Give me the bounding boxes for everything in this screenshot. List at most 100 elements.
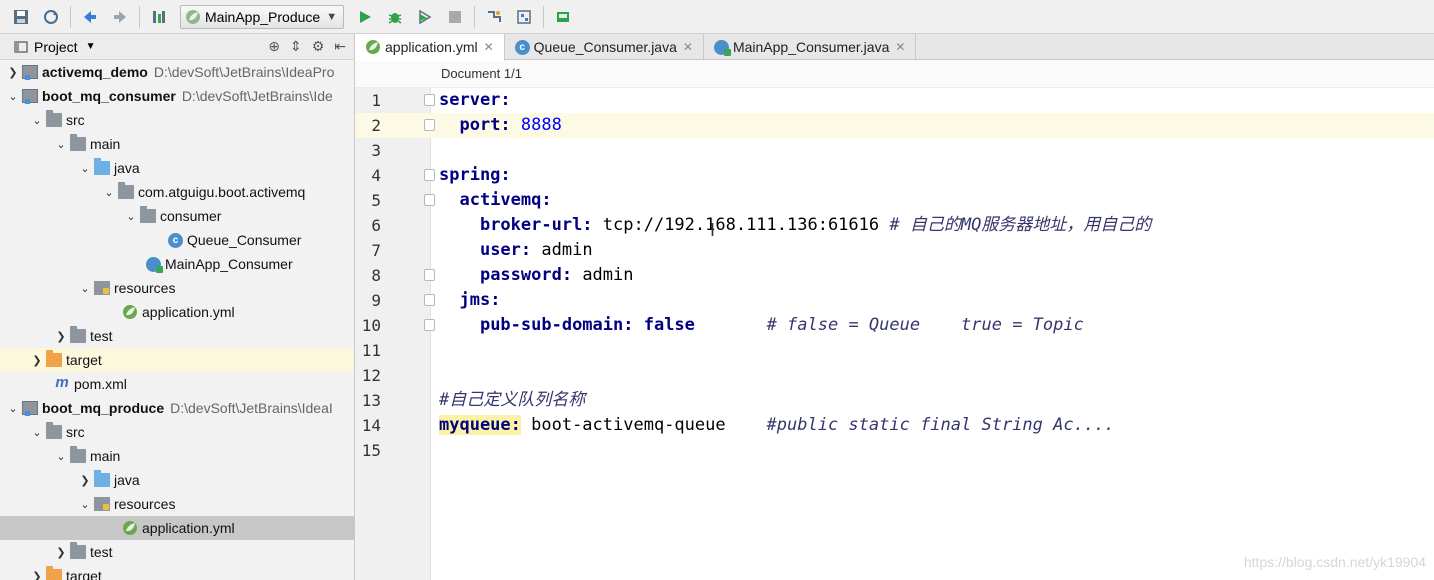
collapse-arrow-icon[interactable]: ⌄ — [54, 450, 68, 463]
tree-node-path: D:\devSoft\JetBrains\Ide — [181, 88, 333, 104]
save-icon[interactable] — [10, 6, 32, 28]
debug-icon[interactable] — [384, 6, 406, 28]
tree-node[interactable]: ⌄ boot_mq_produce D:\devSoft\JetBrains\I… — [0, 396, 354, 420]
build-icon[interactable] — [148, 6, 170, 28]
excluded-folder-icon — [46, 350, 62, 367]
collapse-arrow-icon[interactable]: ⌄ — [6, 90, 20, 103]
terminal-icon[interactable] — [552, 6, 574, 28]
collapse-arrow-icon[interactable]: ⌄ — [102, 186, 116, 199]
tree-node[interactable]: ❯ test — [0, 324, 354, 348]
toolbar-separator — [543, 5, 545, 28]
folder-icon — [70, 446, 86, 463]
fold-marker-icon[interactable] — [424, 94, 435, 106]
hide-panel-icon[interactable]: ⇤ — [334, 38, 346, 55]
code-line: 6 broker-url: tcp://192.168.111.136:6161… — [355, 213, 1434, 238]
collapse-arrow-icon[interactable]: ⌄ — [30, 426, 44, 439]
toolbar-separator — [70, 5, 71, 28]
fold-marker-icon[interactable] — [424, 319, 435, 331]
code-line: 1 server: — [355, 88, 1434, 113]
tab-label: application.yml — [385, 39, 478, 55]
collapse-arrow-icon[interactable]: ⌄ — [78, 498, 92, 511]
tree-node[interactable]: ⌄ java — [0, 156, 354, 180]
close-icon[interactable]: ✕ — [484, 40, 494, 54]
fold-marker-icon[interactable] — [424, 194, 435, 206]
tree-node[interactable]: ⌄ main — [0, 132, 354, 156]
tree-node-label: resources — [114, 496, 176, 512]
fold-marker-icon[interactable] — [424, 269, 435, 281]
editor-tabs: application.yml ✕ c Queue_Consumer.java … — [355, 34, 1434, 61]
expand-arrow-icon[interactable]: ❯ — [78, 474, 92, 487]
stop-icon[interactable] — [444, 6, 466, 28]
watermark: https://blog.csdn.net/yk19904 — [1243, 554, 1426, 570]
run-configuration-label: MainApp_Produce — [205, 8, 321, 25]
code-text: jms: — [459, 290, 501, 310]
tree-node[interactable]: m pom.xml — [0, 372, 354, 396]
tree-node[interactable]: ⌄ main — [0, 444, 354, 468]
breadcrumb-label[interactable]: Document 1/1 — [441, 66, 522, 81]
line-number: 6 — [371, 216, 381, 235]
breadcrumb: Document 1/1 — [355, 60, 1434, 88]
tab-application-yml[interactable]: application.yml ✕ — [355, 34, 505, 61]
collapse-arrow-icon[interactable]: ⌄ — [78, 162, 92, 175]
collapse-arrow-icon[interactable]: ⌄ — [54, 138, 68, 151]
expand-arrow-icon[interactable]: ❯ — [30, 354, 44, 367]
tree-node[interactable]: application.yml — [0, 300, 354, 324]
line-number: 8 — [371, 266, 381, 285]
code-editor[interactable]: 1 server: 2 port: 8888 3 4 spring: 5 act… — [355, 88, 1434, 580]
tree-node[interactable]: ❯ target — [0, 564, 354, 580]
tree-node[interactable]: MainApp_Consumer — [0, 252, 354, 276]
tree-node-label: boot_mq_consumer — [42, 88, 176, 104]
toolbar-separator — [474, 5, 476, 28]
code-line: 13 #自己定义队列名称 — [355, 388, 1434, 413]
expand-arrow-icon[interactable]: ❯ — [54, 546, 68, 559]
tree-node-label: java — [114, 472, 140, 488]
code-line: 3 — [355, 138, 1434, 163]
tree-node[interactable]: ⌄ boot_mq_consumer D:\devSoft\JetBrains\… — [0, 84, 354, 108]
collapse-arrow-icon[interactable]: ⌄ — [124, 210, 138, 223]
collapse-arrow-icon[interactable]: ⌄ — [6, 402, 20, 415]
tab-mainapp-consumer[interactable]: MainApp_Consumer.java ✕ — [704, 34, 917, 60]
tree-node-label: test — [90, 328, 113, 344]
project-panel-title[interactable]: Project — [34, 39, 78, 55]
fold-marker-icon[interactable] — [424, 169, 435, 181]
tree-node[interactable]: ⌄ consumer — [0, 204, 354, 228]
tree-node[interactable]: ⌄ resources — [0, 492, 354, 516]
back-icon[interactable] — [79, 6, 101, 28]
forward-icon[interactable] — [109, 6, 131, 28]
settings-icon[interactable]: ⚙ — [312, 38, 325, 55]
run-configuration-select[interactable]: MainApp_Produce ▼ — [180, 4, 345, 29]
tree-node[interactable]: ⌄ src — [0, 108, 354, 132]
tree-node[interactable]: ⌄ com.atguigu.boot.activemq — [0, 180, 354, 204]
line-number: 11 — [361, 341, 381, 360]
fold-marker-icon[interactable] — [424, 294, 435, 306]
close-icon[interactable]: ✕ — [895, 40, 905, 54]
chevron-down-icon[interactable]: ▼ — [86, 41, 96, 52]
tree-node[interactable]: ⌄ resources — [0, 276, 354, 300]
tree-node[interactable]: ❯ test — [0, 540, 354, 564]
tree-node[interactable]: ❯ java — [0, 468, 354, 492]
project-structure-icon[interactable] — [483, 6, 505, 28]
coverage-icon[interactable] — [414, 6, 436, 28]
expand-arrow-icon[interactable]: ❯ — [6, 66, 20, 79]
close-icon[interactable]: ✕ — [683, 40, 693, 54]
tree-node[interactable]: ❯ activemq_demo D:\devSoft\JetBrains\Ide… — [0, 60, 354, 84]
tree-node-selected[interactable]: application.yml — [0, 516, 354, 540]
tab-queue-consumer[interactable]: c Queue_Consumer.java ✕ — [505, 34, 704, 60]
sync-icon[interactable] — [40, 6, 62, 28]
package-icon — [118, 182, 134, 199]
run-icon[interactable] — [354, 6, 376, 28]
target-icon[interactable]: ⊕ — [268, 38, 280, 55]
collapse-arrow-icon[interactable]: ⌄ — [30, 114, 44, 127]
collapse-arrow-icon[interactable]: ⌄ — [78, 282, 92, 295]
expand-arrow-icon[interactable]: ❯ — [54, 330, 68, 343]
tree-node[interactable]: ⌄ src — [0, 420, 354, 444]
tree-node[interactable]: c Queue_Consumer — [0, 228, 354, 252]
toolbar-separator — [139, 5, 140, 28]
fold-marker-icon[interactable] — [424, 119, 435, 131]
collapse-all-icon[interactable]: ⇕ — [290, 38, 302, 55]
expand-arrow-icon[interactable]: ❯ — [30, 570, 44, 580]
tree-node[interactable]: ❯ target — [0, 348, 354, 372]
code-line: 9 jms: — [355, 288, 1434, 313]
sdk-icon[interactable] — [513, 6, 535, 28]
line-number: 10 — [361, 316, 381, 335]
